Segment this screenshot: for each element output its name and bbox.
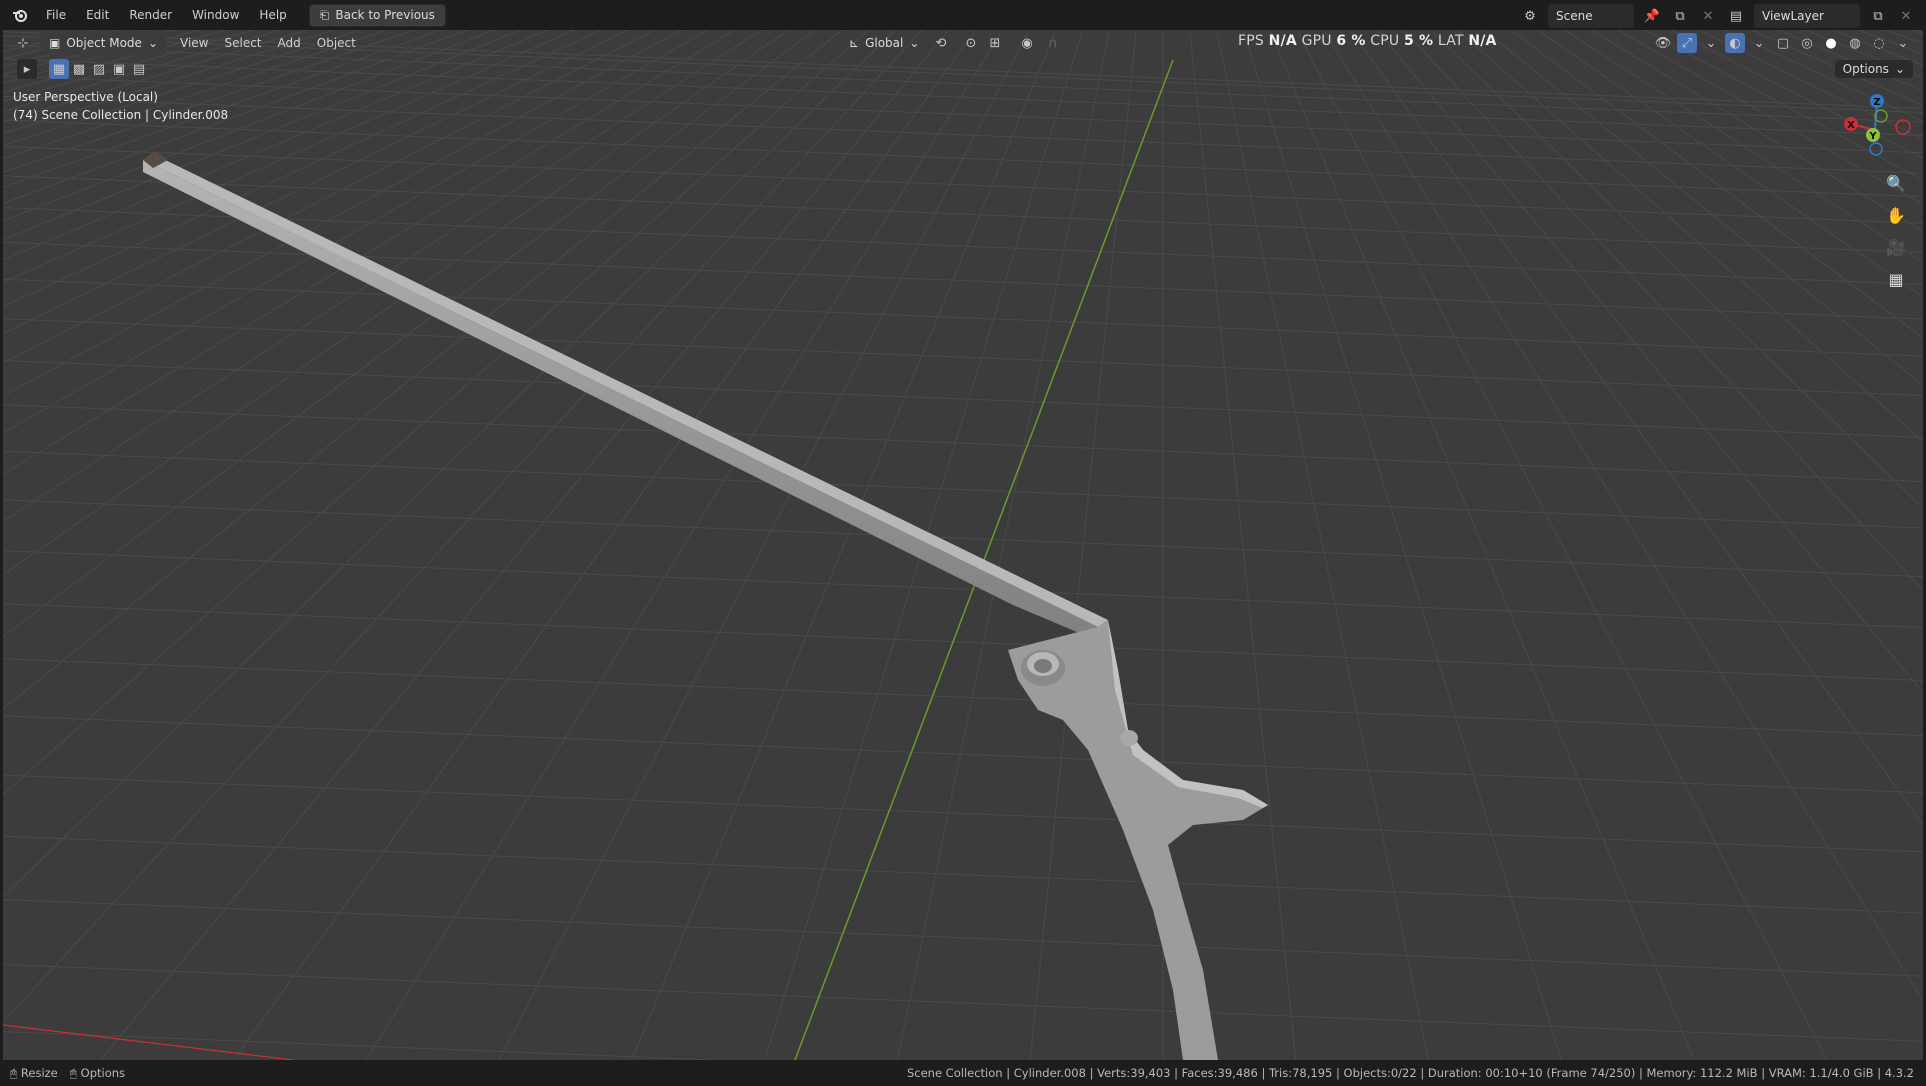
chevron-down-icon[interactable]: ⌄ (1893, 33, 1913, 53)
status-bar: 🖱 Resize 🖱 Options Scene Collection | Cy… (0, 1060, 1926, 1086)
menu-edit[interactable]: Edit (76, 4, 119, 26)
editor-type-icon[interactable]: ⊹ (13, 33, 33, 53)
orientation-selector[interactable]: ⊾ Global ⌄ (841, 31, 927, 55)
select-tool-icon[interactable]: ▸ (17, 59, 37, 79)
close-view-layer-icon[interactable]: ✕ (1896, 6, 1916, 26)
navigation-gizmo[interactable]: Z X Y (1837, 90, 1917, 170)
chevron-down-icon: ⌄ (909, 36, 920, 50)
camera-icon[interactable]: 🎥 (1883, 234, 1909, 260)
menu-help[interactable]: Help (249, 4, 296, 26)
menu-select[interactable]: Select (216, 33, 269, 53)
gizmo-x-label: X (1847, 120, 1855, 131)
viewport-header: ⊹ ▣ Object Mode ⌄ View Select Add Object… (3, 30, 1923, 56)
scene-selector[interactable]: Scene (1548, 4, 1634, 28)
proportional-edit-icon[interactable]: ◉ (1017, 33, 1037, 53)
object-mode-icon: ▣ (49, 36, 61, 50)
gizmo-toggle-icon[interactable]: ⤢ (1677, 33, 1697, 53)
menu-add[interactable]: Add (270, 33, 309, 53)
menu-object[interactable]: Object (309, 33, 364, 53)
cpu-label: CPU (1370, 33, 1400, 49)
options-button[interactable]: Options ⌄ (1834, 60, 1913, 78)
orientation-label: Global (865, 36, 904, 50)
menu-window[interactable]: Window (182, 4, 249, 26)
hand-pan-icon[interactable]: ✋ (1883, 202, 1909, 228)
gizmo-z-label: Z (1873, 97, 1880, 108)
gizmo-neg-x[interactable] (1895, 119, 1911, 135)
gizmo-neg-z[interactable] (1869, 142, 1883, 156)
rendered-shading-icon[interactable]: ◌ (1869, 33, 1889, 53)
wireframe-shading-icon[interactable]: ◎ (1797, 33, 1817, 53)
viewport-canvas[interactable] (3, 30, 1923, 1060)
chevron-down-icon[interactable]: ⌄ (1701, 33, 1721, 53)
menu-view[interactable]: View (172, 33, 216, 53)
gpu-label: GPU (1301, 33, 1332, 49)
viewport-collection-label: (74) Scene Collection | Cylinder.008 (13, 108, 229, 122)
new-scene-icon[interactable]: ⧉ (1670, 6, 1690, 26)
viewport-perspective-label: User Perspective (Local) (13, 90, 158, 104)
mouse-icon: 🖱 (10, 1065, 17, 1080)
view-layer-icon[interactable]: ▤ (1726, 6, 1746, 26)
view-layer-name: ViewLayer (1762, 9, 1824, 23)
snap-increment-icon[interactable]: ⊞ (985, 33, 1005, 53)
3d-viewport[interactable]: ⊹ ▣ Object Mode ⌄ View Select Add Object… (3, 30, 1923, 1060)
chevron-down-icon: ⌄ (1894, 62, 1905, 76)
pin-icon[interactable]: 📌 (1642, 6, 1662, 26)
visibility-icon[interactable]: 👁 (1653, 33, 1673, 53)
overlay-toggle-icon[interactable]: ◐ (1725, 33, 1745, 53)
snap-icon[interactable]: ⊙ (961, 33, 981, 53)
back-to-previous-button[interactable]: ⎗ Back to Previous (308, 3, 446, 27)
pivot-icon[interactable]: ⟲ (931, 33, 951, 53)
performance-overlay: FPS N/A GPU 6 % CPU 5 % LAT N/A (1238, 33, 1497, 49)
mode-selector[interactable]: ▣ Object Mode ⌄ (41, 31, 166, 55)
back-to-previous-label: Back to Previous (335, 8, 435, 22)
status-resize: Resize (20, 1066, 58, 1080)
top-menu-bar: File Edit Render Window Help ⎗ Back to P… (0, 0, 1926, 30)
mouse-icon: 🖱 (69, 1065, 77, 1080)
select-new-icon[interactable]: ▦ (49, 59, 69, 79)
zoom-icon[interactable]: 🔍 (1883, 170, 1909, 196)
tool-settings-row: ▸ ▦ ▩ ▨ ▣ ▤ Options ⌄ (3, 56, 1923, 82)
mode-label: Object Mode (66, 36, 142, 50)
scene-name: Scene (1556, 9, 1593, 23)
menu-file[interactable]: File (36, 4, 76, 26)
xray-icon[interactable]: ▢ (1773, 33, 1793, 53)
chevron-down-icon: ⌄ (147, 36, 158, 50)
scene-icon[interactable]: ⚙ (1520, 6, 1540, 26)
chevron-down-icon[interactable]: ⌄ (1749, 33, 1769, 53)
status-options: Options (80, 1066, 126, 1080)
gpu-value: 6 % (1336, 33, 1366, 49)
select-intersect-icon[interactable]: ▤ (129, 59, 149, 79)
cpu-value: 5 % (1404, 33, 1434, 49)
view-layer-selector[interactable]: ViewLayer (1754, 4, 1860, 28)
back-icon: ⎗ (319, 7, 330, 22)
material-shading-icon[interactable]: ◍ (1845, 33, 1865, 53)
new-view-layer-icon[interactable]: ⧉ (1868, 6, 1888, 26)
close-scene-icon[interactable]: ✕ (1698, 6, 1718, 26)
blender-logo-icon[interactable] (10, 5, 30, 25)
gizmo-y-label: Y (1868, 131, 1877, 142)
solid-shading-icon[interactable]: ● (1821, 33, 1841, 53)
select-invert-icon[interactable]: ▣ (109, 59, 129, 79)
navigation-buttons: 🔍 ✋ 🎥 ▦ (1883, 170, 1909, 292)
status-info: Scene Collection | Cylinder.008 | Verts:… (906, 1066, 1914, 1080)
lat-value: N/A (1468, 33, 1497, 49)
transform-orientation-icon: ⊾ (849, 36, 860, 50)
floor-grid (3, 30, 1923, 1060)
menu-render[interactable]: Render (119, 4, 182, 26)
fps-value: N/A (1268, 33, 1297, 49)
select-extend-icon[interactable]: ▩ (69, 59, 89, 79)
fps-label: FPS (1238, 33, 1264, 49)
select-subtract-icon[interactable]: ▨ (89, 59, 109, 79)
lat-label: LAT (1437, 33, 1464, 49)
options-label: Options (1842, 62, 1889, 76)
grid-icon[interactable]: ▦ (1883, 266, 1909, 292)
falloff-icon[interactable]: ∩ (1043, 33, 1063, 53)
x-axis-line (3, 1024, 294, 1060)
